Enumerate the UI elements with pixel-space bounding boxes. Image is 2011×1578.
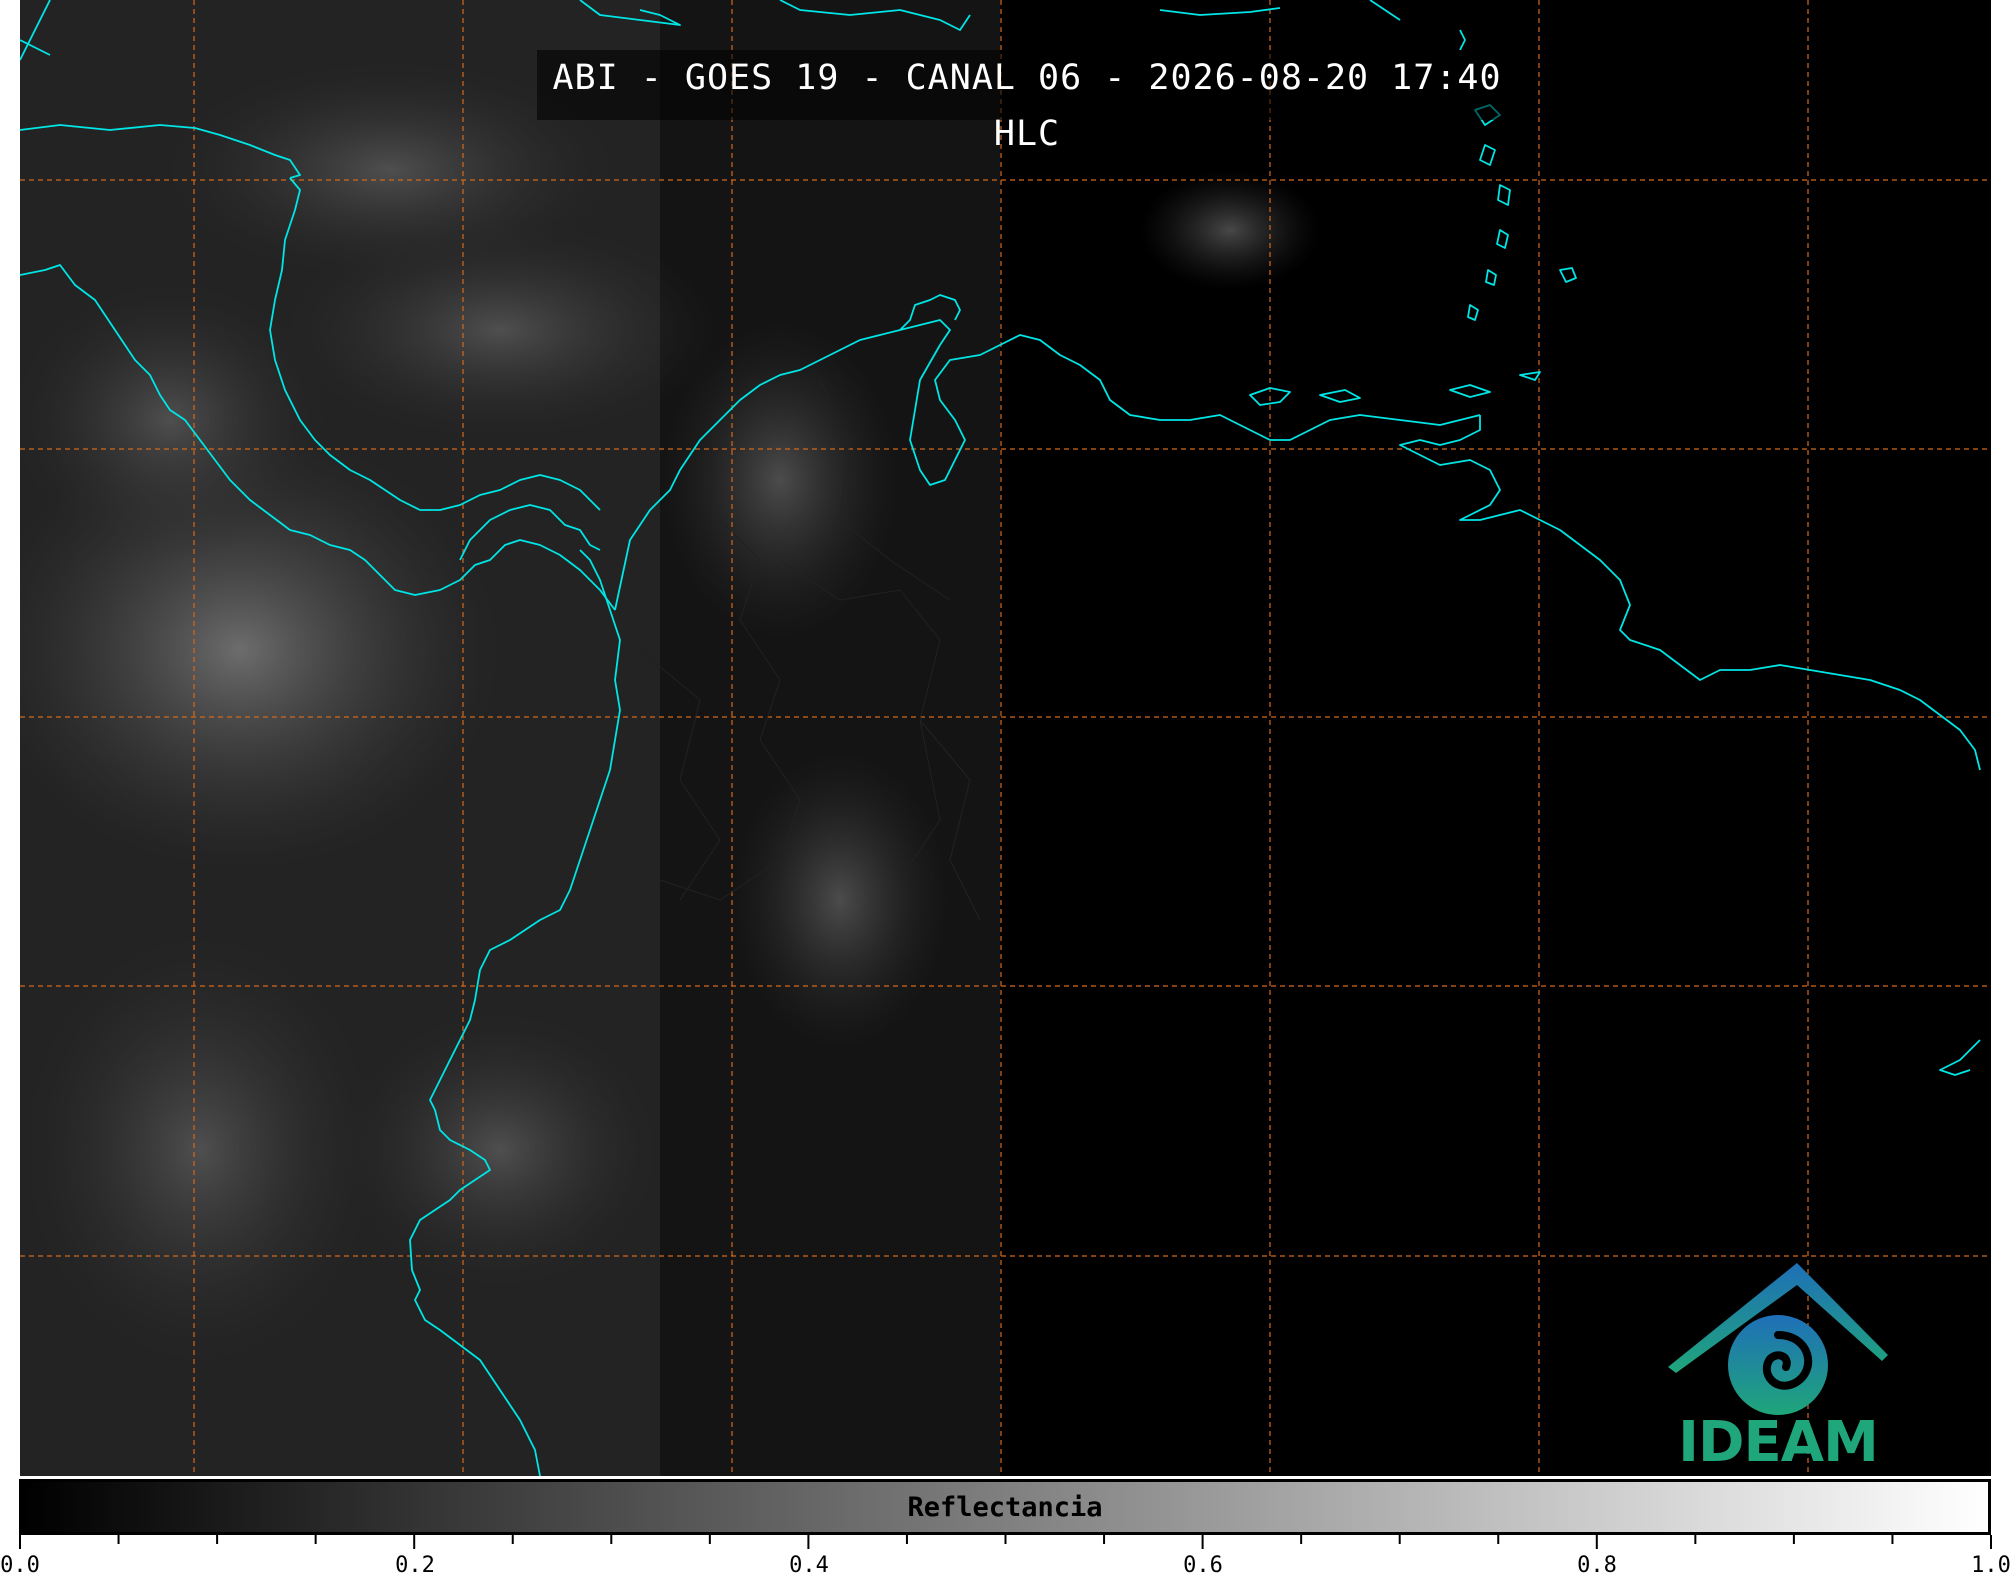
tick-label-3: 0.6 xyxy=(1183,1553,1223,1578)
tick-label-1: 0.2 xyxy=(395,1553,435,1578)
tick-label-4: 0.8 xyxy=(1577,1553,1617,1578)
map-title: ABI - GOES 19 - CANAL 06 - 2026-08-20 17… xyxy=(537,50,1517,154)
colorbar-ticks xyxy=(19,1535,1992,1549)
terminator-region xyxy=(660,0,1000,1476)
tick-label-0: 0.0 xyxy=(0,1553,40,1578)
colorbar-label: Reflectancia xyxy=(907,1492,1103,1523)
colorbar: Reflectancia xyxy=(19,1479,1991,1535)
tick-label-2: 0.4 xyxy=(789,1553,829,1578)
logo-text: IDEAM xyxy=(1678,1410,1879,1475)
tick-label-5: 1.0 xyxy=(1971,1553,2011,1578)
